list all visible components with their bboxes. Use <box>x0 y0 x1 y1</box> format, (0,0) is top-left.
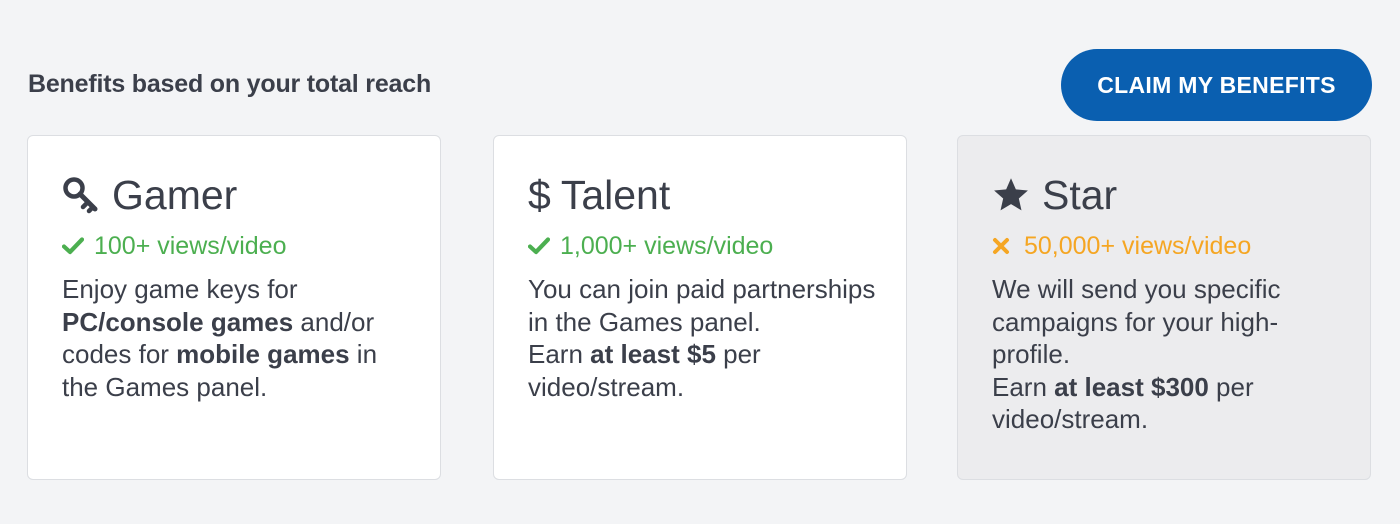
tier-name: Star <box>1042 171 1118 218</box>
earn-line: Earn at least $5 per video/stream. <box>528 338 878 403</box>
tier-title: Star <box>992 170 1117 220</box>
desc-emphasis: PC/console games <box>62 306 294 337</box>
tier-title: $ Talent <box>528 170 670 220</box>
tier-requirement: 50,000+ views/video <box>992 230 1251 262</box>
tier-description: Enjoy game keys for PC/console games and… <box>62 273 412 403</box>
tier-card-star: Star 50,000+ views/video We will send yo… <box>957 135 1371 480</box>
tier-name: Talent <box>560 171 671 218</box>
star-icon <box>992 177 1030 213</box>
check-icon <box>62 237 88 255</box>
requirement-text: 1,000+ views/video <box>560 231 774 260</box>
tier-description: You can join paid partnerships in the Ga… <box>528 273 878 403</box>
earn-line: Earn at least $300 per video/stream. <box>992 371 1342 436</box>
tier-requirement: 100+ views/video <box>62 230 286 262</box>
desc-text: We will send you specific campaigns for … <box>992 274 1281 369</box>
tier-description: We will send you specific campaigns for … <box>992 273 1342 436</box>
claim-benefits-button[interactable]: CLAIM MY BENEFITS <box>1061 49 1372 121</box>
requirement-text: 50,000+ views/video <box>1024 231 1252 260</box>
dollar-icon: $ <box>528 171 551 218</box>
desc-text: Enjoy game keys for <box>62 274 298 304</box>
requirement-text: 100+ views/video <box>94 231 287 260</box>
desc-emphasis: at least $300 <box>1054 371 1209 402</box>
desc-text: Earn <box>528 339 591 369</box>
tier-card-talent: $ Talent 1,000+ views/video You can join… <box>493 135 907 480</box>
key-icon <box>62 176 100 214</box>
check-icon <box>528 237 554 255</box>
tier-requirement: 1,000+ views/video <box>528 230 773 262</box>
desc-emphasis: at least $5 <box>590 339 716 369</box>
tier-name: Gamer <box>112 171 238 218</box>
tier-card-gamer: Gamer 100+ views/video Enjoy game keys f… <box>27 135 441 480</box>
desc-text: Earn <box>992 371 1055 402</box>
benefits-page: Benefits based on your total reach CLAIM… <box>0 0 1400 524</box>
desc-text: You can join paid partnerships in the Ga… <box>528 274 876 337</box>
section-title: Benefits based on your total reach <box>28 70 432 98</box>
tier-title: Gamer <box>62 170 237 220</box>
cross-icon <box>992 237 1018 255</box>
desc-emphasis: mobile games <box>176 339 350 369</box>
